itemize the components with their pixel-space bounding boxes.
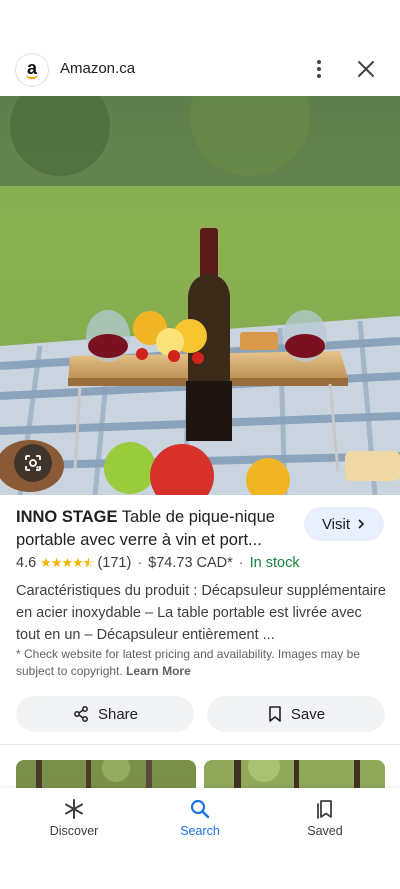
amazon-logo-icon: a [16, 54, 48, 86]
product-brand: INNO STAGE [16, 508, 118, 526]
bookmark-icon [269, 706, 281, 722]
product-title[interactable]: INNO STAGE Table de pique-nique portable… [16, 506, 300, 552]
price: $74.73 CAD* [148, 555, 233, 571]
disclaimer-note: * Check website for latest pricing and a… [16, 646, 388, 680]
star-rating-icon: ★★★★☆ ★ [40, 555, 94, 570]
google-lens-icon[interactable] [14, 444, 52, 482]
visit-label: Visit [321, 515, 351, 533]
related-image[interactable] [204, 760, 385, 790]
rating-row: 4.6 ★★★★☆ ★ (171) · $74.73 CAD* · In stoc… [16, 555, 300, 571]
visit-button[interactable]: Visit [304, 507, 384, 541]
nav-saved-label: Saved [307, 824, 343, 838]
stock-status: In stock [249, 555, 300, 571]
site-name: Amazon.ca [60, 60, 136, 77]
review-count: (171) [97, 555, 132, 571]
save-button[interactable]: Save [207, 696, 385, 732]
share-label: Share [97, 705, 139, 723]
share-icon [74, 706, 88, 722]
search-icon [190, 799, 210, 819]
asterisk-icon [65, 799, 83, 819]
chevron-right-icon [358, 519, 365, 529]
product-image[interactable] [0, 96, 400, 495]
nav-search-label: Search [180, 824, 220, 838]
bookmarks-icon [317, 800, 332, 819]
nav-discover[interactable]: Discover [24, 798, 124, 838]
bottom-navigation: Discover Search Saved [0, 788, 400, 889]
more-vert-icon[interactable] [306, 56, 332, 82]
share-button[interactable]: Share [16, 696, 194, 732]
learn-more-link[interactable]: Learn More [126, 664, 191, 678]
nav-discover-label: Discover [49, 824, 99, 838]
divider [0, 744, 400, 745]
close-icon[interactable] [354, 57, 378, 81]
save-label: Save [290, 705, 326, 723]
nav-search[interactable]: Search [150, 798, 250, 838]
site-header: a Amazon.ca [0, 44, 400, 94]
related-image[interactable] [16, 760, 196, 790]
rating-value: 4.6 [16, 555, 37, 571]
nav-saved[interactable]: Saved [275, 798, 375, 838]
product-description: Caractéristiques du produit : Décapsuleu… [16, 583, 386, 643]
